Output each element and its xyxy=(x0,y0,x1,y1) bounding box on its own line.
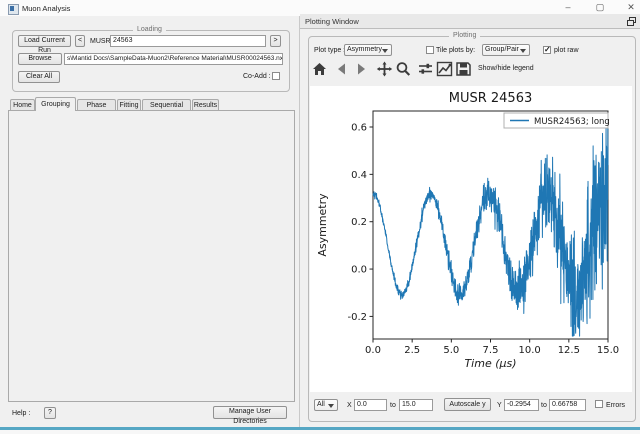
minimize-button[interactable]: – xyxy=(557,1,579,14)
help-label: Help : xyxy=(12,410,30,417)
load-current-run-button[interactable]: Load Current Run xyxy=(18,35,71,47)
svg-text:15.0: 15.0 xyxy=(597,345,619,356)
plot-raw-checkbox[interactable] xyxy=(543,46,551,54)
svg-text:0.0: 0.0 xyxy=(365,345,381,356)
show-hide-legend-button[interactable]: Show/hide legend xyxy=(478,65,534,72)
svg-text:0.6: 0.6 xyxy=(351,123,367,134)
back-icon[interactable] xyxy=(333,61,350,77)
plot-type-dropdown[interactable]: Asymmetry xyxy=(344,44,392,56)
plotting-group-label: Plotting xyxy=(449,32,480,39)
co-add-checkbox[interactable] xyxy=(272,72,280,80)
x-to-label: to xyxy=(390,402,396,409)
plot-type-label: Plot type : xyxy=(314,47,345,54)
plotting-window-title: Plotting Window xyxy=(305,17,359,26)
home-icon[interactable] xyxy=(311,61,328,77)
errors-checkbox[interactable] xyxy=(595,400,603,408)
svg-text:-0.2: -0.2 xyxy=(347,312,367,323)
tab-grouping[interactable]: Grouping xyxy=(35,97,76,111)
y-range-label: Y xyxy=(497,402,502,409)
svg-text:0.0: 0.0 xyxy=(351,265,367,276)
svg-text:0.2: 0.2 xyxy=(351,217,367,228)
svg-text:2.5: 2.5 xyxy=(404,345,420,356)
save-icon[interactable] xyxy=(455,61,472,77)
asymmetry-chart: 0.0 2.5 5.0 7.5 10.0 12.5 15.0 -0.2 0.0 0.2 0.4 0.6… xyxy=(310,86,632,392)
x-from-input[interactable]: 0.0 xyxy=(354,399,387,411)
instrument-label: MUSR xyxy=(90,38,111,45)
file-path-field[interactable]: s\Mantid Docs\SampleData-Muon2\Reference… xyxy=(64,53,283,65)
float-window-icon[interactable] xyxy=(627,17,636,26)
svg-text:12.5: 12.5 xyxy=(558,345,580,356)
svg-text:Asymmetry: Asymmetry xyxy=(316,193,329,257)
tile-by-dropdown[interactable]: Group/Pair xyxy=(482,44,530,56)
x-range-label: X xyxy=(347,402,352,409)
y-from-input[interactable]: -0.2954 xyxy=(504,399,539,411)
browse-button[interactable]: Browse xyxy=(18,53,62,65)
subplots-config-icon[interactable] xyxy=(417,61,434,77)
svg-text:7.5: 7.5 xyxy=(483,345,499,356)
manage-user-directories-button[interactable]: Manage User Directories xyxy=(213,406,287,419)
y-to-input[interactable]: 0.66758 xyxy=(549,399,586,411)
x-to-input[interactable]: 15.0 xyxy=(399,399,433,411)
y-to-label: to xyxy=(541,402,547,409)
forward-icon[interactable] xyxy=(353,61,370,77)
app-icon xyxy=(8,4,19,15)
grouping-tab-pane xyxy=(8,110,295,402)
next-run-button[interactable]: > xyxy=(270,35,281,47)
co-add-label: Co-Add : xyxy=(243,73,271,80)
tile-plots-checkbox[interactable] xyxy=(426,46,434,54)
errors-label: Errors xyxy=(606,402,625,409)
range-scope-dropdown[interactable]: All xyxy=(314,399,338,411)
zoom-icon[interactable] xyxy=(395,61,412,77)
svg-text:MUSR24563; long: MUSR24563; long xyxy=(534,117,610,127)
close-button[interactable]: ✕ xyxy=(620,1,640,14)
loading-group-label: Loading xyxy=(133,26,166,33)
plotting-window-titlebar[interactable]: Plotting Window xyxy=(300,14,640,29)
run-number-input[interactable]: 24563 xyxy=(110,35,266,47)
window-title: Muon Analysis xyxy=(22,4,70,13)
taskbar-edge xyxy=(0,430,640,434)
svg-text:Time (μs): Time (μs) xyxy=(464,357,516,370)
customize-plot-icon[interactable] xyxy=(436,61,453,77)
maximize-button[interactable]: ▢ xyxy=(589,1,611,14)
svg-text:MUSR 24563: MUSR 24563 xyxy=(449,91,533,106)
previous-run-button[interactable]: < xyxy=(75,35,85,47)
tile-plots-label: Tile plots by: xyxy=(436,47,475,54)
svg-text:10.0: 10.0 xyxy=(519,345,541,356)
plot-canvas[interactable]: 0.0 2.5 5.0 7.5 10.0 12.5 15.0 -0.2 0.0 0.2 0.4 0.6… xyxy=(310,86,632,392)
plot-raw-label: plot raw xyxy=(554,47,579,54)
pan-icon[interactable] xyxy=(376,61,393,77)
autoscale-y-button[interactable]: Autoscale y xyxy=(444,398,491,411)
svg-text:0.4: 0.4 xyxy=(351,170,367,181)
clear-all-button[interactable]: Clear All xyxy=(18,71,60,83)
svg-text:5.0: 5.0 xyxy=(443,345,459,356)
help-button[interactable]: ? xyxy=(44,407,56,419)
